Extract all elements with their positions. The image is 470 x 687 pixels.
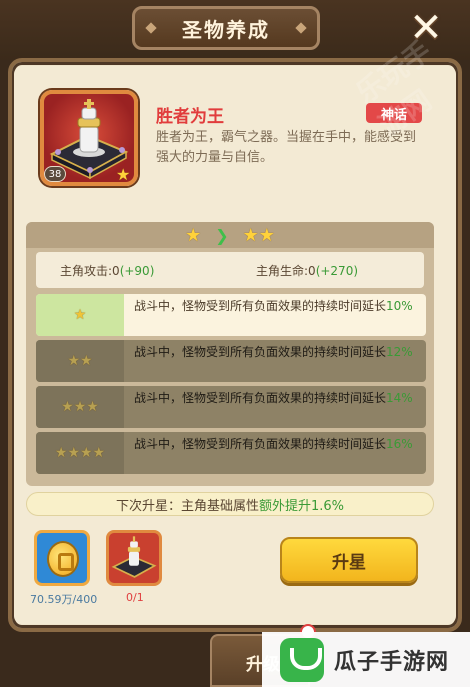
effect-description: 战斗中，怪物受到所有负面效果的持续时间延长 [134,437,387,451]
effect-row: ★★ 战斗中，怪物受到所有负面效果的持续时间延长12% [36,340,426,382]
arrow-right-icon: ❯ [215,225,229,245]
watermark-text: 瓜子手游网 [334,649,450,675]
close-button[interactable]: ✕ [404,5,448,51]
relic-description: 胜者为王，霸气之器。当握在手中，能感受到强大的力量与自信。 [156,130,417,165]
star-icon: ★★★★ [54,445,106,461]
relic-star-icon: ★ [116,165,131,184]
upgrade-star-button[interactable]: 升星 [280,537,418,583]
next-star-icon: ★ [242,224,259,246]
hp-bonus: (+270) [315,264,359,278]
relic-cost-item[interactable] [106,530,162,586]
effect-percent: 16% [386,437,413,451]
watermark: 瓜子手游网 [262,632,470,687]
title-plate: 圣物养成 [132,6,320,50]
current-star-icon: ★ [185,224,202,246]
coin-cost-amount: 70.59万/400 [30,593,98,606]
rarity-badge: 神话 [366,103,422,123]
relic-cost-amount: 0/1 [126,591,144,604]
star-icon: ★★★ [61,399,99,415]
effect-star-level: ★ [36,294,124,336]
chess-king-relic-icon [111,536,157,578]
effect-row: ★★★★ 战斗中，怪物受到所有负面效果的持续时间延长16% [36,432,426,474]
effect-description: 战斗中，怪物受到所有负面效果的持续时间延长 [134,345,387,359]
effect-star-level: ★★ [36,340,124,382]
next-star-bonus: 下次升星：主角基础属性 额外提升1.6% [26,492,434,516]
page-title: 圣物养成 [182,17,270,42]
effect-percent: 10% [386,299,413,313]
effect-text: 战斗中，怪物受到所有负面效果的持续时间延长16% [134,436,420,453]
effect-description: 战斗中，怪物受到所有负面效果的持续时间延长 [134,391,387,405]
next-star-highlight: 额外提升1.6% [258,498,345,514]
next-star-prefix: 下次升星：主角基础属性 [115,498,259,514]
effect-star-level: ★★★★ [36,432,124,474]
relic-name: 胜者为王 [156,107,224,127]
close-icon[interactable]: ✕ [409,5,443,51]
watermark-logo-icon [280,637,324,682]
coin-cost-item[interactable] [34,530,90,586]
star-change-header: ★ ❯ ★ ★ [26,222,434,248]
stats-row: 主角攻击:0(+90) 主角生命:0(+270) [36,252,424,288]
effect-text: 战斗中，怪物受到所有负面效果的持续时间延长14% [134,390,420,407]
title-ornament-right [295,22,307,34]
effect-star-level: ★★★ [36,386,124,428]
hp-stat: 主角生命:0(+270) [256,262,358,279]
effect-description: 战斗中，怪物受到所有负面效果的持续时间延长 [134,299,387,313]
title-ornament-left [145,22,157,34]
attack-label: 主角攻击:0 [60,264,120,278]
effect-percent: 14% [386,391,413,405]
coin-icon [47,541,79,577]
effect-row: ★ 战斗中，怪物受到所有负面效果的持续时间延长10% [36,294,426,336]
relic-level-badge: 38 [44,166,66,182]
effect-text: 战斗中，怪物受到所有负面效果的持续时间延长10% [134,298,420,315]
star-icon: ★ [73,307,87,323]
next-star-icon: ★ [258,224,275,246]
effect-percent: 12% [386,345,413,359]
attack-bonus: (+90) [119,264,155,278]
effect-text: 战斗中，怪物受到所有负面效果的持续时间延长12% [134,344,420,361]
hp-label: 主角生命:0 [256,264,316,278]
star-effect-list[interactable]: ★ 战斗中，怪物受到所有负面效果的持续时间延长10% ★★ 战斗中，怪物受到所有… [36,294,426,484]
attack-stat: 主角攻击:0(+90) [60,262,154,279]
effect-row: ★★★ 战斗中，怪物受到所有负面效果的持续时间延长14% [36,386,426,428]
star-icon: ★★ [67,353,93,369]
